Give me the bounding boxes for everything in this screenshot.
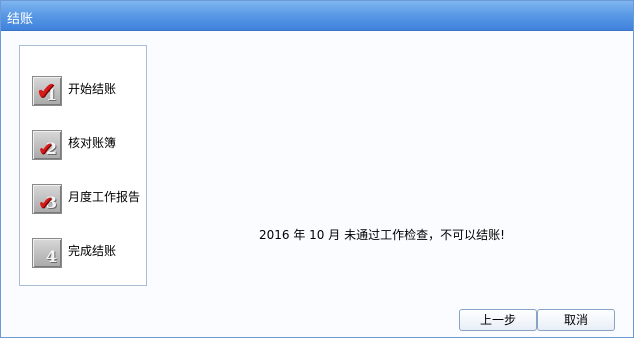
step-1-box-icon: 1 ✔ — [32, 76, 62, 106]
window-title: 结账 — [7, 12, 34, 27]
steps-panel: 1 ✔ 开始结账 2 ✔ 核对账簿 3 ✔ 月度工作报告 4 完成结账 — [19, 45, 147, 286]
previous-step-button[interactable]: 上一步 — [459, 309, 537, 331]
step-label: 核对账簿 — [68, 136, 117, 150]
step-label: 月度工作报告 — [68, 190, 141, 204]
cancel-button[interactable]: 取消 — [537, 309, 615, 331]
step-monthly-report: 3 ✔ 月度工作报告 — [32, 184, 146, 218]
step-label: 完成结账 — [68, 244, 117, 258]
checkmark-icon: ✔ — [38, 139, 54, 160]
step-label: 开始结账 — [68, 82, 117, 96]
step-number: 4 — [45, 247, 57, 266]
title-bar[interactable]: 结账 — [1, 1, 633, 31]
step-2-box-icon: 2 ✔ — [32, 130, 62, 160]
status-message: 2016 年 10 月 未通过工作检查，不可以结账! — [259, 228, 505, 242]
closing-dialog: 结账 1 ✔ 开始结账 2 ✔ 核对账簿 3 ✔ 月度工作报告 4 完成结账 2… — [0, 0, 634, 338]
checkmark-icon: ✔ — [36, 77, 57, 105]
step-start-closing: 1 ✔ 开始结账 — [32, 76, 146, 110]
step-check-ledger: 2 ✔ 核对账簿 — [32, 130, 146, 164]
step-4-box-icon: 4 — [32, 238, 62, 268]
step-finish-closing: 4 完成结账 — [32, 238, 146, 272]
checkmark-icon: ✔ — [38, 193, 54, 214]
step-3-box-icon: 3 ✔ — [32, 184, 62, 214]
